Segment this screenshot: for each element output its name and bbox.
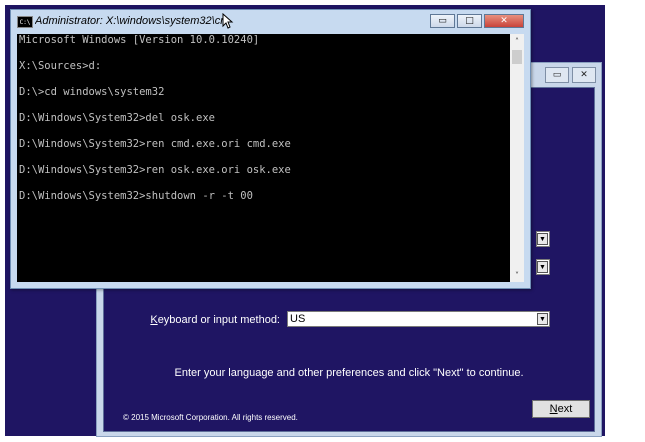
- mouse-pointer-icon: [222, 13, 234, 29]
- cmd-maximize-button[interactable]: □: [457, 14, 482, 28]
- cmd-titlebar[interactable]: C:\ Administrator: X:\windows\system32\c…: [11, 10, 530, 33]
- chevron-down-icon[interactable]: ▼: [537, 313, 548, 325]
- console-line: D:\Windows\System32>del osk.exe: [19, 112, 215, 124]
- cmd-window: C:\ Administrator: X:\windows\system32\c…: [10, 9, 531, 289]
- cmd-close-button[interactable]: ✕: [484, 14, 524, 28]
- setup-instruction-text: Enter your language and other preference…: [174, 367, 524, 379]
- console-line: D:\Windows\System32>ren osk.exe.ori osk.…: [19, 164, 291, 176]
- cmd-window-title: Administrator: X:\windows\system32\cmd.e…: [35, 15, 225, 27]
- language-dropdown[interactable]: ▼: [536, 231, 550, 247]
- cmd-window-controls: ▭ □ ✕: [430, 14, 524, 28]
- chevron-down-icon[interactable]: ▼: [537, 233, 548, 245]
- cmd-minimize-button[interactable]: ▭: [430, 14, 455, 28]
- console-output[interactable]: Microsoft Windows [Version 10.0.10240] X…: [17, 34, 516, 282]
- scroll-down-icon[interactable]: ˅: [510, 268, 524, 282]
- chevron-down-icon[interactable]: ▼: [537, 261, 548, 273]
- console-line: D:\>cd windows\system32: [19, 86, 165, 98]
- scroll-thumb[interactable]: [512, 50, 522, 64]
- time-currency-dropdown[interactable]: ▼: [536, 259, 550, 275]
- next-button[interactable]: Next: [532, 400, 590, 418]
- console-line: Microsoft Windows [Version 10.0.10240]: [19, 34, 260, 46]
- setup-close-button[interactable]: ✕: [572, 67, 596, 83]
- console-scrollbar[interactable]: ˄ ˅: [510, 34, 524, 282]
- console-line: X:\Sources>d:: [19, 60, 102, 72]
- console-line: D:\Windows\System32>shutdown -r -t 00: [19, 190, 253, 202]
- keyboard-method-dropdown[interactable]: US ▼: [287, 311, 550, 327]
- cmd-icon: C:\: [17, 16, 33, 28]
- keyboard-method-value: US: [290, 313, 306, 325]
- setup-window-controls: ▭ ✕: [545, 67, 596, 83]
- copyright-text: © 2015 Microsoft Corporation. All rights…: [123, 413, 298, 422]
- scroll-up-icon[interactable]: ˄: [510, 34, 524, 48]
- setup-minimize-button[interactable]: ▭: [545, 67, 569, 83]
- keyboard-method-label: Keyboard or input method:: [150, 314, 280, 326]
- console-line: D:\Windows\System32>ren cmd.exe.ori cmd.…: [19, 138, 291, 150]
